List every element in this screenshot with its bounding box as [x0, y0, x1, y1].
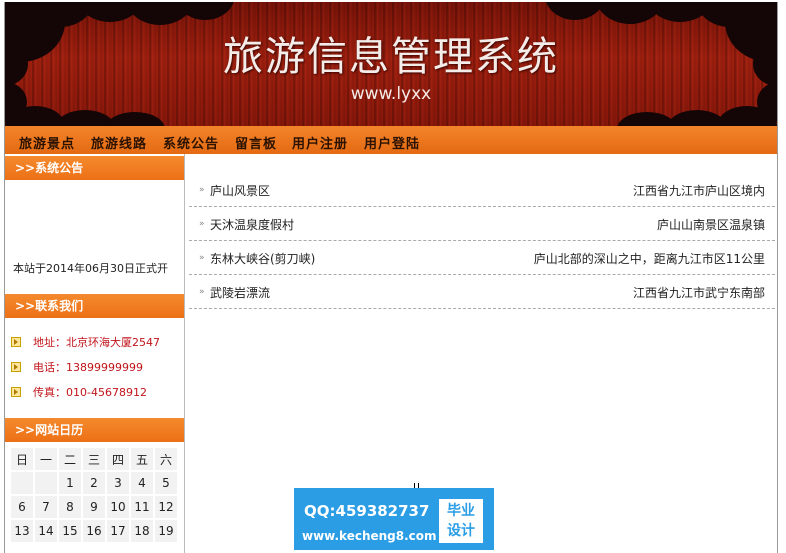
list-item: » 东林大峡谷(剪刀峡) 庐山北部的深山之中，距离九江市区11公里 — [189, 240, 775, 275]
calendar-weekday: 六 — [155, 448, 177, 470]
site-title: 旅游信息管理系统 — [223, 34, 559, 80]
site-subtitle: www.lyxx — [350, 84, 432, 104]
contact-heading: >>联系我们 — [5, 294, 184, 318]
calendar-day[interactable]: 13 — [11, 520, 33, 542]
attraction-name-link[interactable]: 天沐温泉度假村 — [210, 216, 294, 233]
double-arrow-icon: » — [199, 185, 205, 195]
calendar-week-row: 6 7 8 9 10 11 12 — [11, 496, 177, 518]
main-nav: 旅游景点 旅游线路 系统公告 留言板 用户注册 用户登陆 — [5, 126, 777, 154]
ad-badge-line1: 毕业 — [447, 503, 475, 519]
calendar-weekday: 五 — [131, 448, 153, 470]
ad-qq-text: QQ:459382737 — [304, 502, 430, 520]
calendar-day[interactable]: 8 — [59, 496, 81, 518]
nav-item-login[interactable]: 用户登陆 — [364, 133, 420, 152]
double-arrow-icon: » — [199, 219, 205, 229]
calendar-day[interactable]: 6 — [11, 496, 33, 518]
calendar-day[interactable]: 12 — [155, 496, 177, 518]
calendar-day[interactable]: 19 — [155, 520, 177, 542]
calendar-day[interactable]: 18 — [131, 520, 153, 542]
calendar-weekday: 四 — [107, 448, 129, 470]
nav-item-routes[interactable]: 旅游线路 — [91, 133, 147, 152]
calendar-weekday: 二 — [59, 448, 81, 470]
contact-phone-text: 电话：13899999999 — [33, 361, 143, 374]
calendar-day[interactable]: 10 — [107, 496, 129, 518]
notice-heading: >>系统公告 — [5, 156, 184, 180]
calendar-heading: >>网站日历 — [5, 418, 184, 442]
contact-address: 地址：北京环海大厦2547 — [11, 334, 160, 350]
attraction-name-link[interactable]: 武陵岩漂流 — [210, 284, 270, 301]
calendar-day[interactable]: 11 — [131, 496, 153, 518]
nav-item-register[interactable]: 用户注册 — [292, 133, 348, 152]
bullet-icon — [11, 337, 21, 347]
calendar-week-row: 1 2 3 4 5 — [11, 472, 177, 494]
contact-fax-text: 传真：010-45678912 — [33, 386, 147, 399]
calendar-weekday: 日 — [11, 448, 33, 470]
calendar-day[interactable]: 1 — [59, 472, 81, 494]
calendar-day[interactable]: 2 — [83, 472, 105, 494]
attraction-location: 江西省九江市武宁东南部 — [632, 286, 765, 300]
contact-fax: 传真：010-45678912 — [11, 384, 147, 400]
attraction-location: 江西省九江市庐山区境内 — [632, 184, 765, 198]
attraction-location: 庐山山南景区温泉镇 — [656, 218, 765, 232]
list-item: » 天沐温泉度假村 庐山山南景区温泉镇 — [189, 206, 775, 241]
header-banner: 旅游信息管理系统 www.lyxx — [5, 2, 777, 126]
nav-item-guestbook[interactable]: 留言板 — [235, 133, 277, 152]
ad-badge: 毕业 设计 — [439, 499, 483, 543]
ad-badge-line2: 设计 — [447, 523, 475, 539]
contact-address-text: 地址：北京环海大厦2547 — [33, 336, 160, 349]
site-calendar: 日 一 二 三 四 五 六 1 2 3 4 5 6 7 8 9 10 11 12… — [9, 446, 179, 544]
calendar-day[interactable]: 17 — [107, 520, 129, 542]
double-arrow-icon: » — [199, 253, 205, 263]
calendar-day[interactable]: 3 — [107, 472, 129, 494]
attraction-name-link[interactable]: 庐山风景区 — [210, 182, 270, 199]
contact-phone: 电话：13899999999 — [11, 359, 143, 375]
attraction-location: 庐山北部的深山之中，距离九江市区11公里 — [533, 252, 765, 266]
ad-url-text: www.kecheng8.com — [302, 529, 437, 543]
bullet-icon — [11, 387, 21, 397]
calendar-day[interactable]: 15 — [59, 520, 81, 542]
double-arrow-icon: » — [199, 287, 205, 297]
list-item: » 庐山风景区 江西省九江市庐山区境内 — [189, 172, 775, 207]
calendar-weekday: 三 — [83, 448, 105, 470]
calendar-weekday: 一 — [35, 448, 57, 470]
calendar-day[interactable]: 5 — [155, 472, 177, 494]
calendar-weekday-row: 日 一 二 三 四 五 六 — [11, 448, 177, 470]
bullet-icon — [11, 362, 21, 372]
attraction-name-link[interactable]: 东林大峡谷(剪刀峡) — [210, 250, 315, 267]
calendar-day — [35, 472, 57, 494]
calendar-day[interactable]: 16 — [83, 520, 105, 542]
sidebar: >>系统公告 本站于2014年06月30日正式开 >>联系我们 地址：北京环海大… — [5, 154, 185, 553]
calendar-day[interactable]: 4 — [131, 472, 153, 494]
nav-item-attractions[interactable]: 旅游景点 — [19, 133, 75, 152]
page-frame: 旅游信息管理系统 www.lyxx 旅游景点 旅游线路 系统公告 留言板 用户注… — [4, 2, 778, 553]
calendar-day[interactable]: 7 — [35, 496, 57, 518]
calendar-day[interactable]: 14 — [35, 520, 57, 542]
calendar-week-row: 13 14 15 16 17 18 19 — [11, 520, 177, 542]
nav-item-announcements[interactable]: 系统公告 — [163, 133, 219, 152]
calendar-day — [11, 472, 33, 494]
calendar-day[interactable]: 9 — [83, 496, 105, 518]
ad-banner[interactable]: QQ:459382737 www.kecheng8.com 毕业 设计 — [294, 488, 494, 550]
list-item: » 武陵岩漂流 江西省九江市武宁东南部 — [189, 274, 775, 309]
notice-text: 本站于2014年06月30日正式开 — [13, 262, 168, 275]
